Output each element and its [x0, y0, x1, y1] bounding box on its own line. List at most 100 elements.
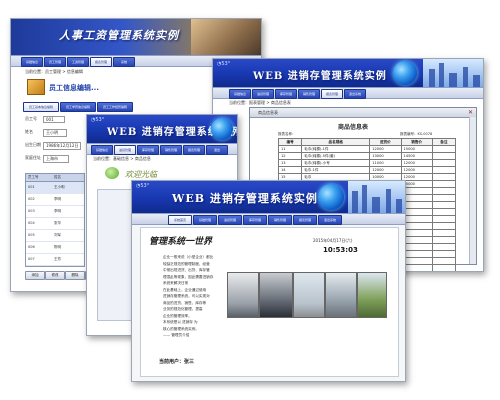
- list-item[interactable]: 007 王芳: [26, 254, 84, 266]
- table-cell: 12000: [400, 166, 433, 174]
- home-banner-title: WEB 进销存管理系统实例: [172, 192, 318, 205]
- field-label: 姓名: [25, 129, 33, 134]
- list-cell-id: 004: [28, 221, 35, 225]
- report-scrollbar[interactable]: [469, 117, 476, 264]
- report-meta-left: 报表名称：: [278, 132, 296, 136]
- report-nav-item[interactable]: 退出系统: [344, 89, 366, 99]
- list-cell-name: 王小明: [54, 185, 65, 189]
- list-item[interactable]: 006 陈明: [26, 242, 84, 254]
- hr-heading: 员工信息编辑...: [49, 84, 99, 92]
- package-icon: [27, 79, 45, 95]
- inventory-banner: ◔53° WEB 进销存管理系统实例: [87, 115, 237, 143]
- edit-button[interactable]: 修改: [45, 271, 65, 280]
- table-header-cell: 销售价: [400, 138, 433, 146]
- home-nav-item[interactable]: 退出系统: [318, 215, 342, 225]
- home-nav: 系统首页 基础管理 进货管理 库存管理 销售管理 报表管理 退出系统: [132, 213, 405, 225]
- list-cell-id: 005: [28, 233, 35, 237]
- delete-button[interactable]: 删除: [65, 271, 85, 280]
- photo-gallery: [227, 272, 387, 320]
- current-user: 当前用户：张三: [159, 359, 195, 365]
- home-date: 2015年04月17日(六): [313, 238, 353, 243]
- table-cell: 11: [277, 145, 303, 153]
- field-value[interactable]: 上海市: [43, 155, 69, 163]
- home-nav-item[interactable]: 库存管理: [243, 215, 267, 225]
- field-label: 出生日期: [25, 142, 41, 147]
- table-cell: 13: [277, 159, 303, 167]
- close-icon[interactable]: ✕: [468, 109, 473, 116]
- list-cell-id: 003: [28, 209, 35, 213]
- home-nav-item[interactable]: 进货管理: [218, 215, 242, 225]
- table-cell: 毛巾(纯棉)-小号: [301, 159, 371, 167]
- inventory-nav-item[interactable]: 库存管理: [137, 145, 159, 155]
- table-cell: 毛巾-1件: [301, 166, 371, 174]
- report-banner: ◔53° WEB 进销存管理系统实例: [213, 59, 483, 87]
- hr-banner-title: 人事工资管理系统实例: [59, 29, 179, 42]
- home-window: ◔53° WEB 进销存管理系统实例 系统首页 基础管理 进货管理 库存管理 销…: [131, 180, 406, 382]
- table-cell: [431, 180, 457, 188]
- hr-tab[interactable]: 员工工作经历编辑: [97, 102, 133, 112]
- home-nav-item[interactable]: 系统首页: [168, 215, 192, 225]
- home-nav-item[interactable]: 报表管理: [293, 215, 317, 225]
- field-label: 员工号: [25, 116, 37, 121]
- hr-nav-item[interactable]: 报表管理: [90, 57, 112, 67]
- hr-nav-item[interactable]: 员工管理: [44, 57, 66, 67]
- inventory-nav-item[interactable]: 销售管理: [160, 145, 182, 155]
- hr-nav-item[interactable]: 工资管理: [67, 57, 89, 67]
- home-body-text: 企业一般来说（小型企业）都比 较缺乏规范的管理制度，经营 中常出现进货、出货、库存管…: [163, 254, 225, 339]
- list-item[interactable]: 005 刘军: [26, 230, 84, 242]
- table-cell: 11000: [369, 159, 402, 167]
- table-cell: [431, 173, 457, 181]
- report-nav-item[interactable]: 基础信息: [229, 89, 251, 99]
- list-item[interactable]: 004 张华: [26, 218, 84, 230]
- add-button[interactable]: 添加: [25, 271, 45, 280]
- table-cell: [431, 166, 457, 174]
- climber-image: [191, 19, 261, 55]
- inventory-nav-item[interactable]: 报表管理: [183, 145, 205, 155]
- list-cell-id: 007: [28, 257, 35, 261]
- list-header-name: 姓名: [54, 175, 61, 179]
- list-item[interactable]: 002 李明: [26, 194, 84, 206]
- field-value[interactable]: 王小明: [43, 129, 67, 137]
- list-cell-name: 李明: [54, 197, 61, 201]
- hr-nav-item[interactable]: 基础信息: [21, 57, 43, 67]
- field-value[interactable]: 001: [43, 116, 65, 123]
- globe-image: [393, 61, 417, 85]
- table-cell: 12000: [400, 159, 433, 167]
- report-logo: ◔53°: [217, 61, 231, 67]
- home-slogan: 管理系统一世界: [149, 237, 213, 247]
- report-nav-item[interactable]: 报表管理: [321, 89, 343, 99]
- hr-banner: 人事工资管理系统实例: [11, 19, 261, 55]
- field-label: 家庭住址: [25, 155, 41, 160]
- inventory-nav-item[interactable]: 进货管理: [114, 145, 136, 155]
- table-cell: 14500: [400, 152, 433, 160]
- table-cell: [431, 152, 457, 160]
- field-value[interactable]: 1986年12月12日: [43, 142, 82, 150]
- list-cell-id: 001: [28, 185, 35, 189]
- hr-nav-item[interactable]: 系统: [113, 57, 135, 67]
- list-header-id: 员工号: [28, 175, 39, 179]
- home-body-line: —— 管理员介绍: [163, 333, 190, 337]
- list-item[interactable]: 001 王小明: [26, 182, 84, 194]
- table-header-cell: 备注: [431, 138, 457, 146]
- list-item[interactable]: 003 李明: [26, 206, 84, 218]
- report-doc-title: 商品信息表: [258, 110, 278, 115]
- hr-tab[interactable]: 员工学历信息编辑: [60, 102, 96, 112]
- home-nav-item[interactable]: 销售管理: [268, 215, 292, 225]
- inventory-nav-item[interactable]: 退出: [206, 145, 228, 155]
- report-nav-item[interactable]: 库存管理: [275, 89, 297, 99]
- hr-tab[interactable]: 员工基本信息编辑: [23, 102, 59, 112]
- inventory-nav-item[interactable]: 基础信息: [91, 145, 113, 155]
- photo-office: [227, 272, 259, 318]
- table-cell: 13000: [369, 152, 402, 160]
- report-nav-item[interactable]: 进货管理: [252, 89, 274, 99]
- inventory-nav: 基础信息 进货管理 库存管理 销售管理 报表管理 退出: [87, 143, 237, 155]
- skyline-image: [423, 59, 483, 87]
- report-nav-item[interactable]: 销售管理: [298, 89, 320, 99]
- inventory-breadcrumb: 当前位置：基础信息 > 商品信息: [93, 156, 151, 161]
- home-nav-item[interactable]: 基础管理: [193, 215, 217, 225]
- photo-powerline: [293, 272, 325, 318]
- home-banner: ◔53° WEB 进销存管理系统实例: [132, 181, 405, 213]
- table-cell: 毛巾(纯棉)-5件(套): [301, 152, 371, 160]
- list-cell-id: 002: [28, 197, 35, 201]
- report-banner-title: WEB 进销存管理系统实例: [253, 71, 387, 82]
